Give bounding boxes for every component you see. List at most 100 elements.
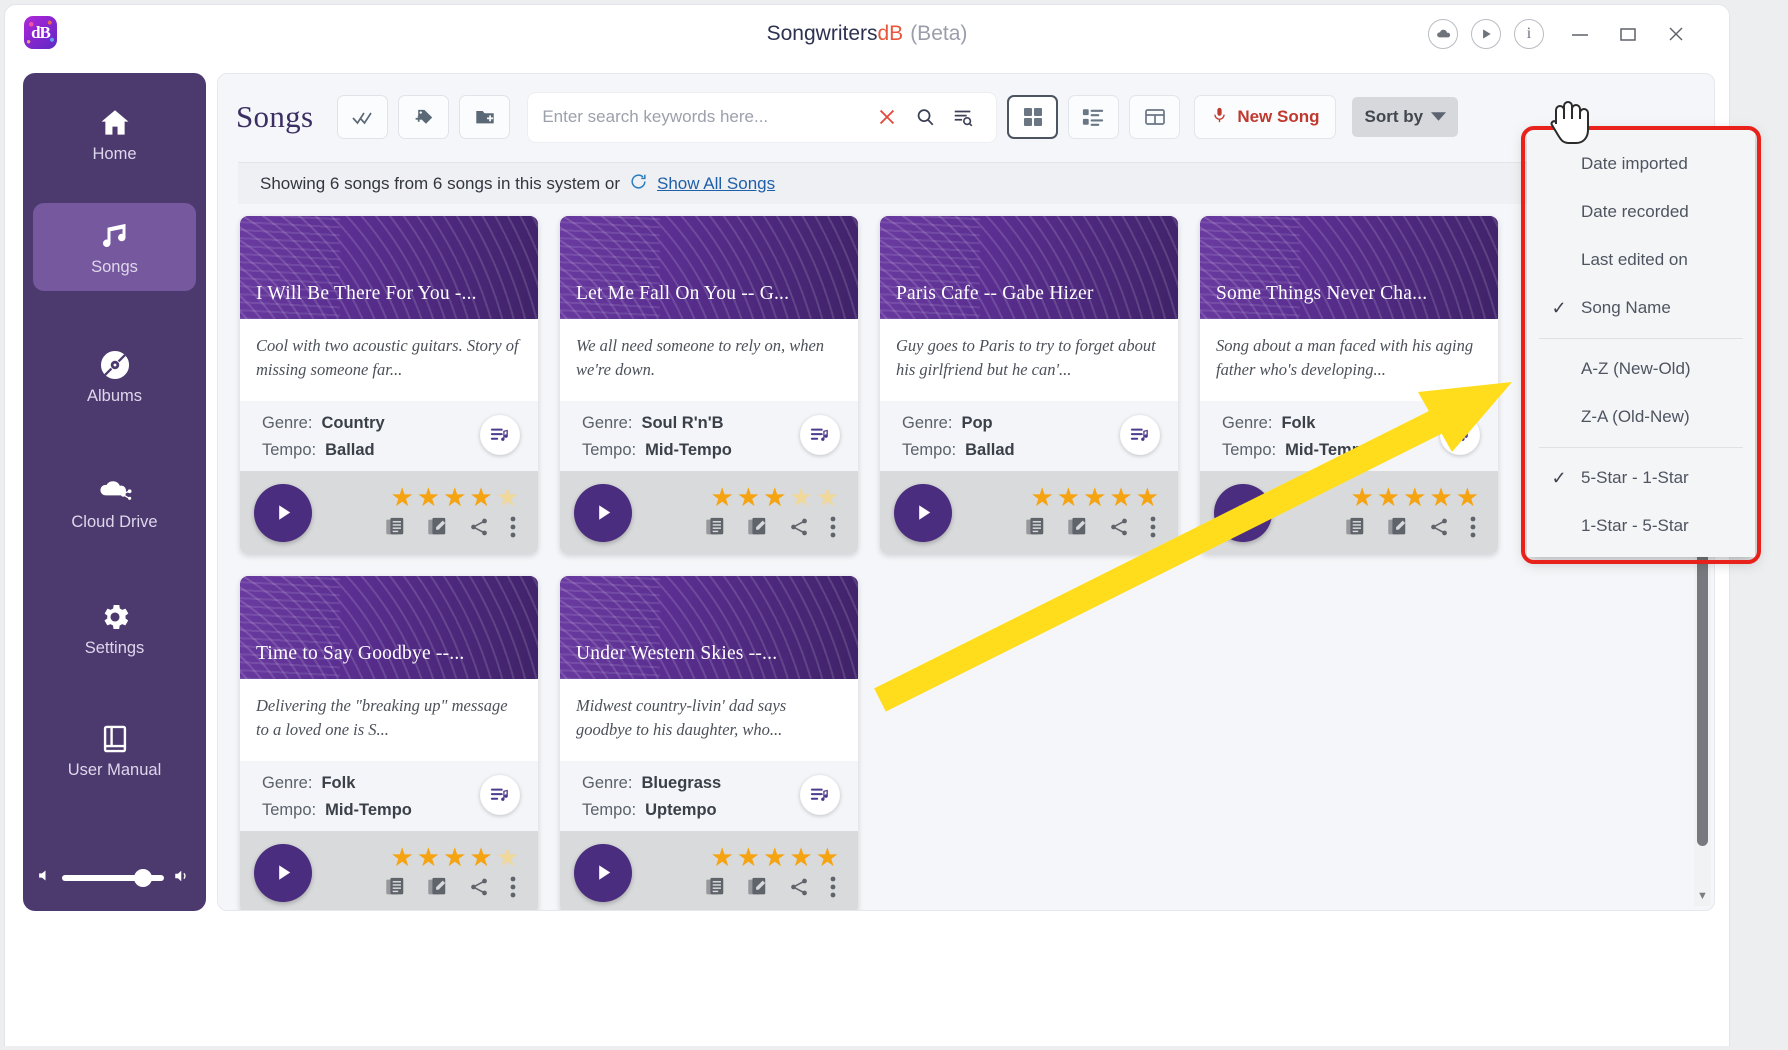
menu-item-last-edited-on[interactable]: Last edited on (1527, 236, 1755, 284)
home-icon (97, 106, 133, 140)
search-input[interactable] (542, 107, 869, 127)
menu-item-z-a[interactable]: Z-A (Old-New) (1527, 393, 1755, 441)
scroll-down-arrow-icon[interactable]: ▼ (1694, 888, 1711, 904)
playlist-icon[interactable] (480, 775, 520, 815)
playlist-icon[interactable] (800, 415, 840, 455)
clear-search-icon[interactable] (868, 106, 906, 128)
more-options-icon[interactable] (830, 876, 836, 903)
play-button[interactable] (1214, 483, 1272, 542)
menu-separator (1539, 338, 1743, 339)
add-folder-button[interactable] (459, 95, 511, 139)
edit-icon[interactable] (426, 876, 448, 903)
song-card[interactable]: I Will Be There For You -... Cool with t… (240, 216, 538, 554)
share-icon[interactable] (1108, 516, 1130, 543)
search-icon[interactable] (906, 106, 944, 128)
more-options-icon[interactable] (1150, 516, 1156, 543)
tempo-label: Tempo: (262, 801, 317, 820)
share-icon[interactable] (468, 876, 490, 903)
play-button[interactable] (574, 843, 632, 902)
volume-slider[interactable] (62, 869, 164, 887)
song-card[interactable]: Time to Say Goodbye --... Delivering the… (240, 576, 538, 910)
minimize-button[interactable] (1557, 13, 1603, 55)
playlist-icon[interactable] (1440, 415, 1480, 455)
info-icon[interactable]: i (1514, 19, 1544, 49)
sidebar-item-home[interactable]: Home (33, 91, 196, 179)
more-options-icon[interactable] (1470, 516, 1476, 543)
cloud-icon[interactable] (1428, 19, 1458, 49)
more-options-icon[interactable] (830, 516, 836, 543)
play-button[interactable] (894, 483, 952, 542)
lyrics-icon[interactable] (1024, 516, 1046, 543)
table-view-button[interactable] (1129, 95, 1181, 139)
close-button[interactable] (1653, 13, 1699, 55)
sidebar-item-user-manual[interactable]: User Manual (33, 707, 196, 795)
play-button[interactable] (574, 483, 632, 542)
lyrics-icon[interactable] (384, 516, 406, 543)
sidebar-item-albums[interactable]: Albums (33, 333, 196, 421)
rating-stars[interactable]: ★ ★ ★ ★ ★ (1350, 482, 1480, 513)
lyrics-icon[interactable] (1344, 516, 1366, 543)
lyrics-icon[interactable] (704, 876, 726, 903)
menu-item-a-z[interactable]: A-Z (New-Old) (1527, 345, 1755, 393)
play-icon[interactable] (1471, 19, 1501, 49)
edit-icon[interactable] (746, 876, 768, 903)
song-card[interactable]: Paris Cafe -- Gabe Hizer Guy goes to Par… (880, 216, 1178, 554)
menu-item-date-recorded[interactable]: Date recorded (1527, 188, 1755, 236)
song-card-header: I Will Be There For You -... (240, 216, 538, 319)
search-box[interactable] (527, 91, 998, 143)
add-tag-button[interactable] (398, 95, 450, 139)
genre-value: Country (321, 414, 385, 432)
play-button[interactable] (254, 483, 312, 542)
sidebar-item-songs[interactable]: Songs (33, 203, 196, 291)
more-options-icon[interactable] (510, 876, 516, 903)
tempo-label: Tempo: (582, 441, 637, 460)
menu-item-song-name[interactable]: ✓ Song Name (1527, 284, 1755, 332)
share-icon[interactable] (1428, 516, 1450, 543)
grid-view-button[interactable] (1007, 95, 1059, 139)
list-view-button[interactable] (1068, 95, 1120, 139)
lyrics-icon[interactable] (384, 876, 406, 903)
select-all-button[interactable] (337, 95, 389, 139)
songs-grid: I Will Be There For You -... Cool with t… (240, 216, 1660, 910)
edit-icon[interactable] (426, 516, 448, 543)
rating-stars[interactable]: ★ ★ ★ ★ ★ (710, 842, 840, 873)
edit-icon[interactable] (1386, 516, 1408, 543)
rating-stars[interactable]: ★ ★ ★ ★ ★ (390, 482, 520, 513)
play-button[interactable] (254, 843, 312, 902)
more-options-icon[interactable] (510, 516, 516, 543)
volume-mute-icon[interactable] (37, 867, 54, 889)
edit-icon[interactable] (1066, 516, 1088, 543)
maximize-button[interactable] (1605, 13, 1651, 55)
share-icon[interactable] (788, 876, 810, 903)
song-card[interactable]: Let Me Fall On You -- G... We all need s… (560, 216, 858, 554)
lyrics-icon[interactable] (704, 516, 726, 543)
sidebar-item-settings[interactable]: Settings (33, 585, 196, 673)
sort-by-dropdown-menu[interactable]: Date imported Date recorded Last edited … (1527, 130, 1755, 557)
menu-item-1-star-5-star[interactable]: 1-Star - 5-Star (1527, 502, 1755, 550)
playlist-icon[interactable] (480, 415, 520, 455)
song-card[interactable]: Under Western Skies --... Midwest countr… (560, 576, 858, 910)
song-card[interactable]: Some Things Never Cha... Song about a ma… (1200, 216, 1498, 554)
menu-item-5-star-1-star[interactable]: ✓ 5-Star - 1-Star (1527, 454, 1755, 502)
refresh-icon[interactable] (629, 172, 648, 196)
sidebar-item-cloud-drive[interactable]: Cloud Drive (33, 459, 196, 547)
genre-label: Genre: (582, 414, 633, 432)
rating-stars[interactable]: ★ ★ ★ ★ ★ (710, 482, 840, 513)
tempo-value: Ballad (965, 441, 1015, 460)
volume-slider-thumb[interactable] (134, 869, 152, 887)
volume-up-icon[interactable] (172, 867, 192, 890)
playlist-icon[interactable] (800, 775, 840, 815)
new-song-button[interactable]: New Song (1194, 95, 1337, 139)
window-title-part2: dB (877, 22, 904, 45)
rating-stars[interactable]: ★ ★ ★ ★ ★ (1030, 482, 1160, 513)
volume-control[interactable] (37, 863, 192, 893)
title-bar: dB Songwriters dB (Beta) i (5, 5, 1729, 63)
share-icon[interactable] (468, 516, 490, 543)
rating-stars[interactable]: ★ ★ ★ ★ ★ (390, 842, 520, 873)
share-icon[interactable] (788, 516, 810, 543)
sort-by-button[interactable]: Sort by (1352, 97, 1459, 137)
playlist-icon[interactable] (1120, 415, 1160, 455)
show-all-songs-link[interactable]: Show All Songs (657, 174, 775, 194)
advanced-search-icon[interactable] (944, 106, 982, 128)
edit-icon[interactable] (746, 516, 768, 543)
